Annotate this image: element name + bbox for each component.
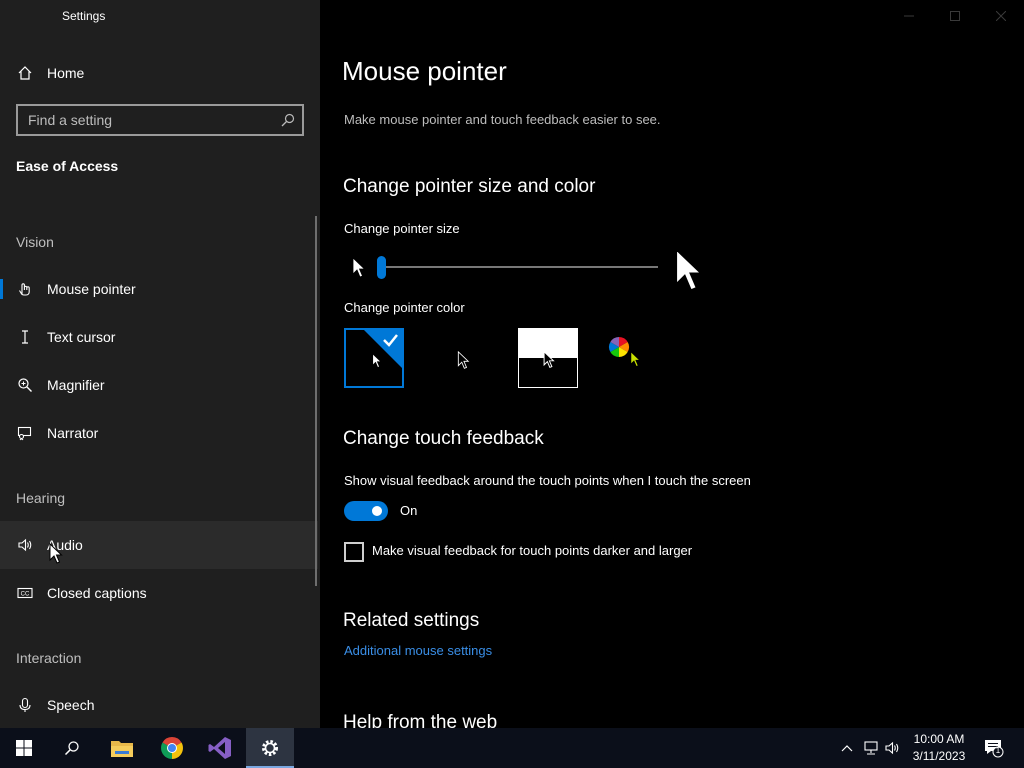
close-icon: [996, 11, 1006, 21]
gear-icon: [262, 740, 278, 756]
help-heading: Help from the web: [343, 712, 498, 728]
taskbar: 10:00 AM 3/11/2023 1: [0, 728, 1024, 768]
volume-button[interactable]: [885, 740, 901, 756]
selected-checkmark-icon: [364, 330, 402, 368]
touch-feedback-toggle[interactable]: [344, 501, 388, 521]
sidebar-item-speech[interactable]: Speech: [0, 681, 318, 729]
file-explorer-button[interactable]: [98, 728, 146, 768]
clock-time: 10:00 AM: [913, 732, 965, 746]
settings-taskbar-button[interactable]: [246, 728, 294, 768]
sidebar-item-label: Magnifier: [47, 377, 105, 393]
group-heading-hearing: Hearing: [16, 490, 66, 506]
sidebar-item-home[interactable]: Home: [0, 49, 318, 97]
pointer-color-black[interactable]: [434, 328, 494, 388]
pointer-color-inverted[interactable]: [518, 328, 578, 388]
sidebar-item-mouse-pointer[interactable]: Mouse pointer: [0, 265, 318, 313]
close-button[interactable]: [978, 0, 1024, 32]
action-center-button[interactable]: 1: [984, 738, 1004, 758]
clock-date: 3/11/2023: [912, 749, 966, 763]
network-button[interactable]: [863, 740, 879, 756]
folder-icon: [111, 741, 133, 757]
group-heading-interaction: Interaction: [16, 650, 82, 666]
maximize-button[interactable]: [932, 0, 978, 32]
sidebar-item-label: Mouse pointer: [47, 281, 136, 297]
narrator-icon: [0, 425, 47, 441]
pointer-size-label: Change pointer size: [344, 221, 460, 236]
minimize-icon: [904, 15, 914, 17]
sidebar-item-magnifier[interactable]: Magnifier: [0, 361, 318, 409]
pointer-color-custom[interactable]: [598, 328, 658, 388]
sidebar-item-label: Closed captions: [47, 585, 147, 601]
pointer-size-slider-track[interactable]: [380, 266, 658, 268]
minimize-button[interactable]: [886, 0, 932, 32]
svg-text:CC: CC: [20, 592, 29, 598]
darker-feedback-checkbox[interactable]: [344, 542, 364, 562]
pointer-color-label: Change pointer color: [344, 300, 465, 315]
visual-studio-icon: [208, 737, 231, 759]
app-title: Settings: [62, 9, 106, 23]
chrome-button[interactable]: [148, 728, 196, 768]
chevron-up-icon: [841, 745, 853, 752]
maximize-icon: [950, 11, 960, 21]
toggle-knob: [372, 506, 382, 516]
search-icon: [64, 741, 79, 756]
network-icon: [864, 741, 878, 755]
page-title: Mouse pointer: [342, 56, 507, 86]
sidebar-item-label: Narrator: [47, 425, 99, 441]
toggle-state-label: On: [400, 503, 418, 518]
sidebar-scrollbar[interactable]: [315, 216, 317, 586]
show-hidden-icons-button[interactable]: [839, 740, 855, 756]
page-description: Make mouse pointer and touch feedback ea…: [344, 112, 661, 127]
small-pointer-icon: [352, 257, 366, 278]
touch-section-heading: Change touch feedback: [343, 428, 544, 449]
sidebar-item-narrator[interactable]: Narrator: [0, 409, 318, 457]
additional-mouse-settings-link[interactable]: Additional mouse settings: [344, 643, 492, 658]
notification-count: 1: [995, 746, 1001, 755]
start-button[interactable]: [0, 728, 48, 768]
sidebar-item-closed-captions[interactable]: CC Closed captions: [0, 569, 318, 617]
magnifier-icon: [0, 377, 47, 393]
windows-logo-icon: [16, 740, 32, 756]
section-title: Ease of Access: [16, 158, 119, 174]
related-settings-heading: Related settings: [343, 610, 480, 631]
group-heading-vision: Vision: [16, 234, 54, 250]
chrome-icon: [161, 737, 183, 759]
visual-studio-button[interactable]: [196, 728, 244, 768]
sidebar: Settings Home Ease of Access Vision Mous…: [0, 0, 320, 728]
search-input[interactable]: [18, 106, 278, 134]
color-wheel-icon: [609, 337, 629, 357]
mouse-cursor-icon: [49, 543, 63, 564]
touch-feedback-label: Show visual feedback around the touch po…: [344, 473, 751, 488]
search-box[interactable]: [16, 104, 304, 136]
taskbar-search-button[interactable]: [48, 728, 96, 768]
sidebar-item-audio[interactable]: Audio: [0, 521, 318, 569]
main-content: Mouse pointer Make mouse pointer and tou…: [320, 0, 1024, 728]
pointer-color-white[interactable]: [344, 328, 404, 388]
selection-indicator: [0, 279, 3, 299]
sidebar-item-text-cursor[interactable]: Text cursor: [0, 313, 318, 361]
large-pointer-icon: [675, 248, 703, 291]
microphone-icon: [0, 697, 47, 713]
taskbar-clock[interactable]: 10:00 AM 3/11/2023: [906, 731, 972, 765]
black-pointer-icon: [457, 351, 470, 369]
mouse-pointer-icon: [0, 281, 47, 297]
text-cursor-icon: [0, 329, 47, 345]
volume-icon: [885, 741, 899, 755]
pointer-section-heading: Change pointer size and color: [343, 176, 596, 197]
sidebar-item-label: Text cursor: [47, 329, 116, 345]
speaker-icon: [0, 537, 47, 553]
settings-window: Settings Home Ease of Access Vision Mous…: [0, 0, 1024, 728]
sidebar-item-label: Home: [47, 65, 85, 81]
pointer-size-slider-thumb[interactable]: [377, 256, 386, 279]
white-pointer-icon: [372, 353, 382, 368]
inverted-pointer-icon: [543, 351, 555, 368]
sidebar-item-label: Speech: [47, 697, 95, 713]
home-icon: [0, 65, 47, 81]
custom-pointer-icon: [630, 351, 641, 367]
darker-feedback-label: Make visual feedback for touch points da…: [372, 543, 693, 558]
search-icon: [281, 113, 295, 127]
closed-captions-icon: CC: [0, 585, 47, 601]
